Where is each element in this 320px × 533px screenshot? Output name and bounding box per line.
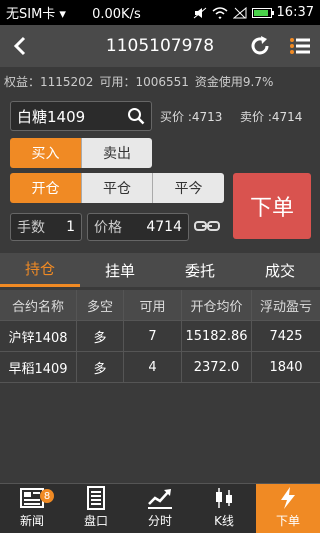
tab-orders[interactable]: 委托 [160, 253, 240, 287]
status-icons: 16:37 [193, 5, 314, 20]
table-cell: 15182.86 [182, 321, 252, 351]
direction-toggle: 买入 卖出 [10, 138, 152, 168]
nav-label: 新闻 [19, 514, 44, 528]
price-label: 价格 [94, 220, 122, 236]
symbol-value: 白糖1409 [17, 107, 86, 126]
quantity-value: 1 [66, 219, 75, 235]
wifi-icon [212, 6, 228, 19]
mute-icon [193, 7, 206, 18]
nav-label: 分时 [147, 514, 172, 528]
notification-badge: 8 [40, 489, 54, 503]
nav-order-book[interactable]: 盘口 [64, 484, 128, 533]
quantity-field[interactable]: 手数 1 [10, 213, 82, 241]
quantity-label: 手数 [17, 220, 45, 236]
column-header: 浮动盈亏 [259, 299, 312, 315]
buy-price: 买价 :4713 [160, 110, 223, 124]
search-icon[interactable] [127, 107, 145, 125]
submit-order-button[interactable]: 下单 [233, 173, 311, 239]
battery-icon [251, 7, 274, 18]
tab-positions[interactable]: 持仓 [0, 253, 80, 287]
table-cell: 7425 [269, 328, 303, 344]
price-field[interactable]: 价格 4714 [87, 213, 189, 241]
column-header: 开仓均价 [182, 290, 252, 320]
nav-label: 盘口 [83, 514, 108, 528]
nav-news[interactable]: 8 新闻 [0, 484, 64, 533]
nav-place-order[interactable]: 下单 [256, 484, 320, 533]
table-row[interactable]: 早稻1409 多 4 2372.0 1840 [0, 352, 320, 383]
clock: 16:37 [276, 5, 314, 20]
title-bar: 1105107978 [0, 25, 320, 67]
carrier-text: 无SIM卡 ▾ [6, 7, 66, 22]
menu-icon[interactable] [280, 25, 320, 67]
candlestick-icon [216, 488, 232, 508]
table-row[interactable]: 沪锌1408 多 7 15182.86 7425 [0, 321, 320, 352]
status-left: 无SIM卡 ▾ 0.00K/s [6, 3, 193, 22]
table-cell: 早稻1409 [0, 352, 77, 382]
table-cell: 4 [124, 352, 182, 382]
back-icon[interactable] [0, 25, 40, 67]
table-cell: 2372.0 [182, 352, 252, 382]
lightning-icon [281, 487, 295, 509]
column-header: 可用 [124, 290, 182, 320]
sell-button[interactable]: 卖出 [81, 138, 152, 168]
table-cell: 7 [124, 321, 182, 351]
link-icon[interactable] [194, 218, 220, 234]
bottom-nav: 8 新闻 盘口 分时 K线 下单 [0, 483, 320, 533]
close-today-button[interactable]: 平今 [152, 173, 224, 203]
order-book-icon [87, 486, 105, 510]
nav-label: 下单 [275, 514, 300, 528]
nav-kline[interactable]: K线 [192, 484, 256, 533]
table-cell: 多 [77, 352, 124, 382]
network-speed: 0.00K/s [92, 7, 141, 22]
status-bar: 无SIM卡 ▾ 0.00K/s 16:37 [0, 0, 320, 25]
column-header: 合约名称 [0, 290, 77, 320]
tab-pending-orders[interactable]: 挂单 [80, 253, 160, 287]
close-position-button[interactable]: 平仓 [81, 173, 152, 203]
buy-button[interactable]: 买入 [10, 138, 81, 168]
nav-label: K线 [214, 514, 234, 528]
signal-icon [232, 6, 247, 18]
tab-bar: 持仓 挂单 委托 成交 [0, 253, 320, 287]
sell-price: 卖价 :4714 [240, 110, 303, 124]
symbol-search-input[interactable]: 白糖1409 [10, 101, 152, 131]
table-cell: 多 [77, 321, 124, 351]
table-cell: 1840 [269, 359, 303, 375]
account-summary: 权益：1115202 可用：1006551 资金使用9.7% [0, 67, 320, 95]
timeshare-chart-icon [148, 489, 172, 509]
table-cell: 沪锌1408 [0, 321, 77, 351]
column-header: 多空 [77, 290, 124, 320]
offset-toggle: 开仓 平仓 平今 [10, 173, 224, 203]
refresh-icon[interactable] [240, 25, 280, 67]
table-header: 合约名称 多空 可用 开仓均价 浮动盈亏 [0, 290, 320, 321]
fund-usage-text: 资金使用9.7% [194, 74, 274, 89]
page-title: 1105107978 [105, 36, 215, 56]
open-position-button[interactable]: 开仓 [10, 173, 81, 203]
equity-text: 权益：1115202 [4, 74, 94, 89]
price-value: 4714 [146, 219, 182, 235]
available-text: 可用：1006551 [99, 74, 189, 89]
nav-timeshare[interactable]: 分时 [128, 484, 192, 533]
positions-table: 合约名称 多空 可用 开仓均价 浮动盈亏 沪锌1408 多 7 15182.86… [0, 290, 320, 383]
tab-trades[interactable]: 成交 [240, 253, 320, 287]
